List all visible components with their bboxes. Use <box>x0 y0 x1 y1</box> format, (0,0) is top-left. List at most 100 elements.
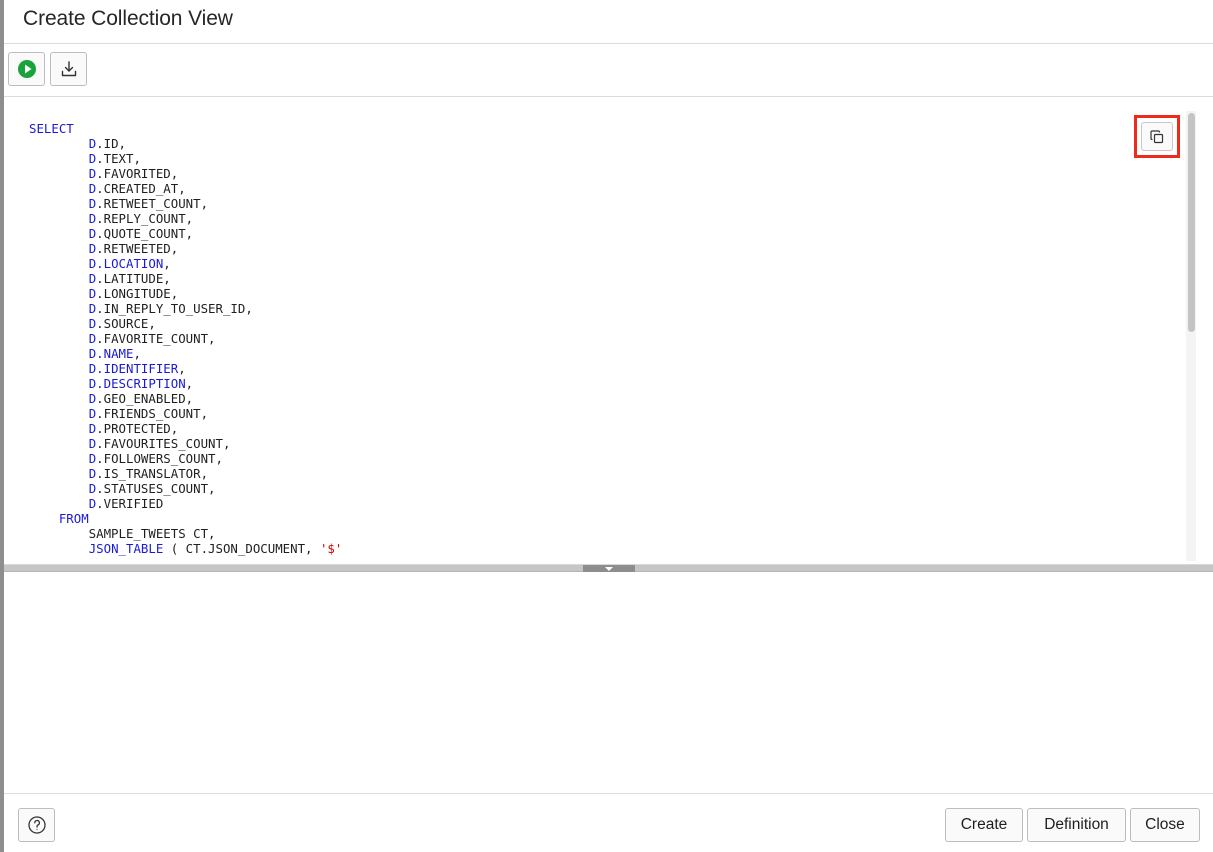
code-keyword: FROM <box>58 511 89 526</box>
code-text: .LONGITUDE, <box>96 286 179 301</box>
code-keyword: D.DESCRIPTION <box>88 376 186 391</box>
close-button[interactable]: Close <box>1130 808 1200 842</box>
create-button[interactable]: Create <box>945 808 1023 842</box>
code-line: JSON_TABLE ( CT.JSON_DOCUMENT, '$' <box>29 541 343 556</box>
code-line: D.FOLLOWERS_COUNT, <box>29 451 342 466</box>
splitter-handle[interactable] <box>583 565 635 572</box>
code-text: , <box>185 376 194 391</box>
code-line: D.FRIENDS_COUNT, <box>29 406 342 421</box>
code-line: D.SOURCE, <box>29 316 342 331</box>
code-line: D.IDENTIFIER, <box>29 361 342 376</box>
code-line: D.LOCATION, <box>29 256 342 271</box>
code-text: SAMPLE_TWEETS CT, <box>29 526 216 541</box>
code-text: , <box>163 256 171 271</box>
code-line: D.VERIFIED <box>29 496 342 511</box>
code-line: D.FAVORITE_COUNT, <box>29 331 342 346</box>
code-line: D.FAVORITED, <box>29 166 342 181</box>
code-text: .GEO_ENABLED, <box>96 391 194 406</box>
code-text: .STATUSES_COUNT, <box>96 481 216 496</box>
code-keyword: D.LOCATION <box>88 256 164 271</box>
code-line: D.NAME, <box>29 346 342 361</box>
sql-editor[interactable]: SELECT D.ID, D.TEXT, D.FAVORITED, D.CREA… <box>4 97 1213 564</box>
code-text: .FOLLOWERS_COUNT, <box>96 451 223 466</box>
code-text: .REPLY_COUNT, <box>96 211 194 226</box>
code-line: D.IS_TRANSLATOR, <box>29 466 342 481</box>
code-line: FROM <box>29 511 342 526</box>
code-line: D.RETWEET_COUNT, <box>29 196 342 211</box>
code-text: ( CT.JSON_DOCUMENT, <box>163 541 320 556</box>
sql-code[interactable]: SELECT D.ID, D.TEXT, D.FAVORITED, D.CREA… <box>29 121 342 556</box>
code-line: D.FAVOURITES_COUNT, <box>29 436 342 451</box>
code-text: .FAVORITED, <box>96 166 179 181</box>
code-text: , <box>133 346 141 361</box>
code-line: D.RETWEETED, <box>29 241 342 256</box>
code-text: .QUOTE_COUNT, <box>96 226 194 241</box>
code-text: .FAVORITE_COUNT, <box>96 331 216 346</box>
code-line: D.STATUSES_COUNT, <box>29 481 342 496</box>
download-button[interactable] <box>50 52 87 86</box>
code-line: D.PROTECTED, <box>29 421 342 436</box>
code-line: D.QUOTE_COUNT, <box>29 226 342 241</box>
code-keyword: D.NAME <box>88 346 134 361</box>
code-text: .ID, <box>96 136 126 151</box>
help-button[interactable] <box>18 808 55 842</box>
dialog-header: Create Collection View <box>4 0 1213 44</box>
code-line: D.REPLY_COUNT, <box>29 211 342 226</box>
code-line: D.LATITUDE, <box>29 271 342 286</box>
code-line: D.LONGITUDE, <box>29 286 342 301</box>
code-line: D.IN_REPLY_TO_USER_ID, <box>29 301 342 316</box>
code-keyword: JSON_TABLE <box>88 541 164 556</box>
pane-splitter[interactable] <box>4 564 1213 572</box>
run-play-icon <box>17 60 36 78</box>
caret-down-icon <box>605 566 613 571</box>
code-string: '$' <box>319 541 343 556</box>
code-text: .IS_TRANSLATOR, <box>96 466 209 481</box>
code-line: SELECT <box>29 121 342 136</box>
code-text: .RETWEET_COUNT, <box>96 196 209 211</box>
definition-button[interactable]: Definition <box>1027 808 1126 842</box>
dialog-footer: Create Definition Close <box>4 793 1213 852</box>
code-line: D.ID, <box>29 136 342 151</box>
code-text: .VERIFIED <box>96 496 164 511</box>
code-text: .SOURCE, <box>96 316 156 331</box>
code-text: .CREATED_AT, <box>96 181 186 196</box>
code-line: D.CREATED_AT, <box>29 181 342 196</box>
code-text: .IN_REPLY_TO_USER_ID, <box>96 301 253 316</box>
dialog-title: Create Collection View <box>23 7 233 30</box>
code-text: .FRIENDS_COUNT, <box>96 406 209 421</box>
help-icon <box>27 816 46 834</box>
code-keyword: SELECT <box>29 121 74 136</box>
editor-scrollbar-thumb[interactable] <box>1188 113 1195 332</box>
copy-button[interactable] <box>1141 122 1173 151</box>
download-icon <box>61 61 76 77</box>
editor-toolbar <box>4 44 1213 97</box>
code-line: SAMPLE_TWEETS CT, <box>29 526 342 541</box>
code-text: .PROTECTED, <box>96 421 179 436</box>
run-button[interactable] <box>8 52 45 86</box>
